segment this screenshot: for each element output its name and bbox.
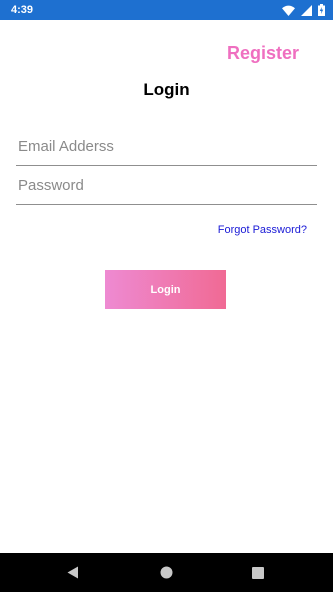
wifi-icon — [282, 5, 295, 16]
recents-button[interactable] — [238, 553, 278, 592]
battery-icon — [318, 4, 325, 16]
register-link[interactable]: Register — [227, 42, 299, 64]
recents-icon — [252, 566, 264, 579]
email-field[interactable] — [16, 132, 317, 166]
status-icons — [282, 4, 325, 16]
back-button[interactable] — [53, 553, 93, 592]
home-icon — [160, 566, 172, 579]
password-field[interactable] — [16, 171, 317, 205]
home-button[interactable] — [146, 553, 186, 592]
page-title: Login — [143, 80, 190, 99]
login-screen: Register Login Forgot Password? Login — [0, 20, 333, 553]
back-icon — [67, 566, 78, 579]
navigation-bar — [0, 553, 333, 592]
status-time: 4:39 — [11, 4, 34, 16]
status-bar: 4:39 — [0, 0, 333, 20]
signal-icon — [301, 4, 312, 16]
login-button[interactable]: Login — [105, 270, 226, 309]
forgot-password-link[interactable]: Forgot Password? — [218, 223, 307, 237]
